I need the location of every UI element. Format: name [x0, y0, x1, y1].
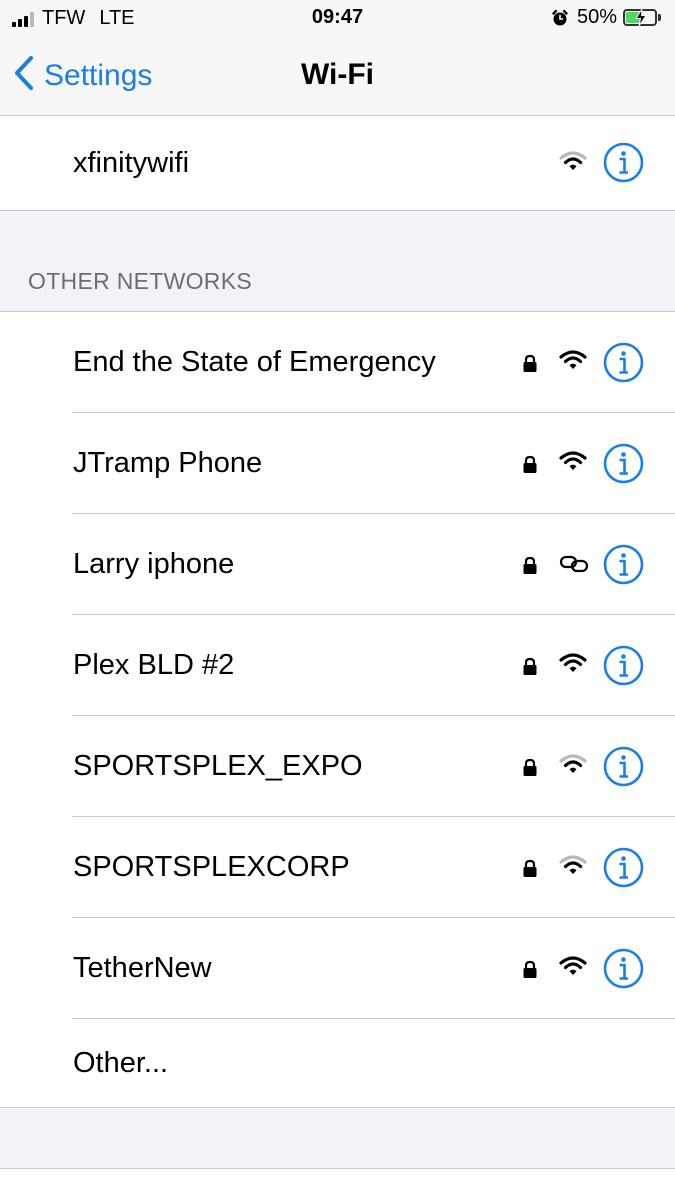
next-section-edge: [0, 1168, 675, 1200]
wifi-icon: [559, 150, 587, 177]
network-row[interactable]: SPORTSPLEXCORP: [0, 817, 675, 918]
wifi-icon: [559, 854, 587, 881]
info-button-icon[interactable]: [603, 948, 644, 989]
network-row[interactable]: TetherNew: [0, 918, 675, 1019]
network-name: Larry iphone: [73, 548, 235, 580]
wifi-icon: [559, 955, 587, 982]
battery-percent: 50%: [576, 6, 617, 28]
info-button-icon[interactable]: [603, 746, 644, 787]
other-network-row[interactable]: Other...: [0, 1019, 675, 1107]
network-row[interactable]: Larry iphone: [0, 514, 675, 615]
network-row[interactable]: SPORTSPLEX_EXPO: [0, 716, 675, 817]
lock-icon: [522, 556, 538, 580]
network-name: SPORTSPLEX_EXPO: [73, 750, 363, 782]
other-networks-section: End the State of Emergency JTramp Phone …: [0, 311, 675, 1108]
lock-icon: [522, 859, 538, 883]
network-name: TetherNew: [73, 952, 212, 984]
lock-icon: [522, 960, 538, 984]
wifi-icon: [559, 450, 587, 477]
status-right: 50%: [551, 6, 661, 29]
lock-icon: [522, 758, 538, 782]
info-button-icon[interactable]: [603, 645, 644, 686]
network-name: xfinitywifi: [73, 147, 190, 179]
personal-hotspot-icon: [559, 554, 589, 579]
section-header-other-networks: OTHER NETWORKS: [28, 268, 252, 294]
network-row[interactable]: JTramp Phone: [0, 413, 675, 514]
page-title: Wi-Fi: [300, 58, 375, 91]
wifi-icon: [559, 753, 587, 780]
battery-charging-icon: [623, 9, 661, 26]
network-name: SPORTSPLEXCORP: [73, 851, 350, 883]
navigation-bar: Settings Wi-Fi: [0, 36, 675, 116]
lock-icon: [522, 657, 538, 681]
lock-icon: [522, 354, 538, 378]
network-row-connected[interactable]: xfinitywifi: [0, 116, 675, 210]
info-button-icon[interactable]: [603, 847, 644, 888]
lock-icon: [522, 455, 538, 479]
wifi-icon: [559, 349, 587, 376]
network-name: Plex BLD #2: [73, 649, 235, 681]
info-button-icon[interactable]: [603, 142, 644, 183]
network-name: JTramp Phone: [73, 447, 263, 479]
info-button-icon[interactable]: [603, 544, 644, 585]
network-row[interactable]: Plex BLD #2: [0, 615, 675, 716]
info-button-icon[interactable]: [603, 342, 644, 383]
network-name: End the State of Emergency: [73, 346, 436, 378]
connected-network-section: xfinitywifi: [0, 115, 675, 211]
status-bar: TFW LTE 09:47 50%: [0, 0, 675, 36]
info-button-icon[interactable]: [603, 443, 644, 484]
network-row[interactable]: End the State of Emergency: [0, 312, 675, 413]
other-network-label: Other...: [73, 1047, 169, 1079]
wifi-icon: [559, 652, 587, 679]
alarm-clock-icon: [551, 9, 569, 27]
